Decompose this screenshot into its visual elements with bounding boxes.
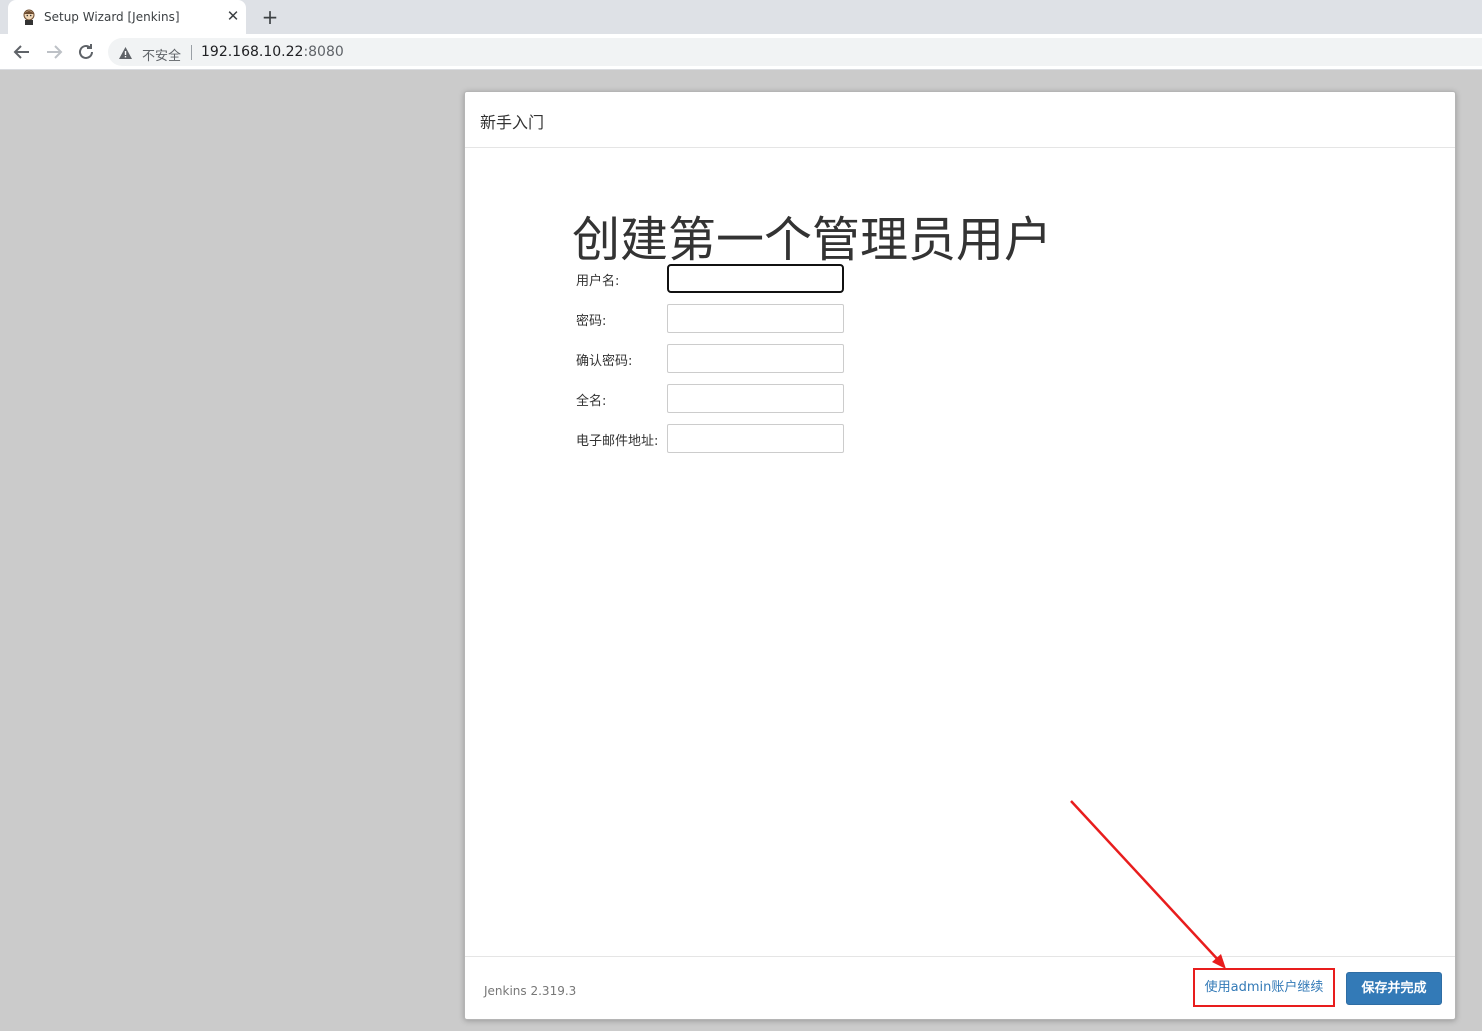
jenkins-version: Jenkins 2.319.3 (484, 984, 577, 998)
dialog-header: 新手入门 (465, 92, 1455, 148)
email-label: 电子邮件地址: (576, 434, 659, 449)
reload-icon[interactable] (74, 40, 98, 64)
password-label: 密码: (576, 314, 607, 329)
form-row-username: 用户名: (576, 264, 876, 294)
form-row-confirm-password: 确认密码: (576, 344, 876, 374)
page-heading: 创建第一个管理员用户 (572, 212, 1053, 268)
close-tab-icon[interactable]: ✕ (225, 8, 241, 24)
browser-tab[interactable]: Setup Wizard [Jenkins] ✕ (8, 0, 246, 34)
omnibox-divider (191, 45, 192, 60)
warning-icon[interactable] (118, 45, 133, 59)
confirm-password-input[interactable] (667, 344, 844, 373)
jenkins-favicon-icon (21, 9, 37, 25)
browser-tabstrip: Setup Wizard [Jenkins] ✕ + (0, 0, 1482, 34)
dialog-footer: Jenkins 2.319.3 使用admin账户继续 保存并完成 (465, 956, 1455, 1019)
new-tab-icon[interactable]: + (259, 6, 281, 28)
confirm-password-label: 确认密码: (576, 354, 633, 369)
fullname-label: 全名: (576, 394, 607, 409)
email-input[interactable] (667, 424, 844, 453)
url-host: 192.168.10.22 (201, 44, 304, 60)
form-row-email: 电子邮件地址: (576, 424, 876, 454)
fullname-input[interactable] (667, 384, 844, 413)
username-input[interactable] (667, 264, 844, 293)
continue-as-admin-button[interactable]: 使用admin账户继续 (1193, 968, 1335, 1007)
browser-toolbar: 不安全 192.168.10.22:8080 (0, 34, 1482, 70)
dialog-title: 新手入门 (480, 113, 545, 132)
form-row-password: 密码: (576, 304, 876, 334)
password-input[interactable] (667, 304, 844, 333)
url-port: :8080 (303, 44, 344, 60)
save-and-finish-button[interactable]: 保存并完成 (1346, 972, 1442, 1005)
address-bar[interactable]: 不安全 192.168.10.22:8080 (108, 38, 1482, 66)
tab-title: Setup Wizard [Jenkins] (44, 10, 180, 24)
back-arrow-icon[interactable] (10, 40, 34, 64)
security-status[interactable]: 不安全 (142, 45, 181, 64)
forward-arrow-icon[interactable] (42, 40, 66, 64)
url-text[interactable]: 192.168.10.22:8080 (201, 44, 344, 60)
username-label: 用户名: (576, 274, 620, 289)
form-row-fullname: 全名: (576, 384, 876, 414)
setup-wizard-dialog: 新手入门 创建第一个管理员用户 用户名: 密码: 确认密码: 全名: 电子邮件地… (464, 91, 1456, 1020)
